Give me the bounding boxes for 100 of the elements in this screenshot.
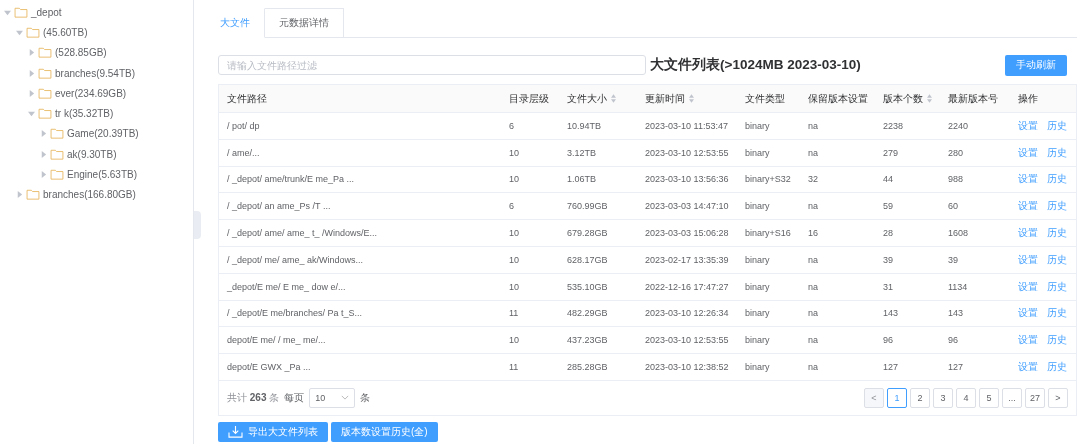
tree-item[interactable]: _depot (31, 6, 62, 18)
table-cell: 760.99GB (567, 201, 608, 212)
caret-icon[interactable] (16, 191, 23, 199)
page-button[interactable]: 3 (933, 387, 953, 408)
action-link[interactable]: 设置 (1018, 118, 1038, 133)
folder-icon (50, 169, 64, 180)
tree-item[interactable]: ak(9.30TB) (67, 148, 117, 160)
tree-item[interactable]: branches(9.54TB) (55, 67, 136, 79)
table-cell: 11 (509, 362, 519, 373)
sort-icon[interactable] (611, 94, 616, 103)
sort-icon[interactable] (689, 94, 694, 103)
next-page-button[interactable]: > (1048, 387, 1068, 408)
caret-icon[interactable] (28, 110, 35, 118)
chevron-down-icon (341, 395, 350, 401)
tree-item[interactable]: ever(234.69GB) (55, 87, 127, 99)
column-header: 文件路径 (227, 91, 267, 106)
caret-icon[interactable] (40, 171, 47, 178)
table-cell: 31 (883, 281, 893, 292)
table-cell: 39 (948, 254, 958, 265)
caret-icon[interactable] (4, 8, 11, 16)
folder-icon (14, 6, 28, 18)
splitter-handle[interactable] (194, 211, 201, 239)
folder-icon (50, 128, 64, 140)
table-cell: binary (745, 362, 770, 373)
action-link[interactable]: 历史 (1047, 199, 1067, 214)
action-link[interactable]: 设置 (1018, 306, 1038, 321)
table-cell: / pot/ dp (227, 120, 260, 131)
table-cell: binary (745, 147, 770, 158)
table-cell: binary (745, 281, 770, 292)
caret-icon[interactable] (28, 89, 35, 97)
tree-item[interactable]: Engine(5.63TB) (67, 169, 138, 180)
refresh-button[interactable]: 手动刷新 (1005, 54, 1067, 76)
table-cell: depot/E GWX _Pa ... (227, 362, 311, 373)
action-link[interactable]: 设置 (1018, 360, 1038, 375)
page-button[interactable]: 27 (1025, 387, 1045, 408)
action-link[interactable]: 历史 (1047, 118, 1067, 133)
table-cell: / _depot/ ame/trunk/E me_Pa ... (227, 174, 355, 185)
table-cell: 3.12TB (567, 147, 597, 158)
action-link[interactable]: 历史 (1047, 252, 1067, 267)
table-cell: 2022-12-16 17:47:27 (645, 281, 729, 292)
filter-field[interactable]: 请输入文件路径过滤 (218, 55, 646, 75)
action-link[interactable]: 设置 (1018, 172, 1038, 187)
action-link[interactable]: 历史 (1047, 360, 1067, 375)
table-cell: na (808, 147, 818, 158)
export-button[interactable]: 导出大文件列表 (218, 421, 328, 442)
table-cell: binary (745, 335, 770, 346)
column-header: 操作 (1018, 91, 1038, 106)
table-cell: na (808, 281, 818, 292)
page-size-select[interactable]: 10 (309, 387, 356, 408)
table-cell: na (808, 335, 818, 346)
action-link[interactable]: 设置 (1018, 252, 1038, 267)
caret-icon[interactable] (40, 150, 47, 158)
action-link[interactable]: 历史 (1047, 145, 1067, 160)
tree-item[interactable]: branches(166.80GB) (43, 189, 136, 201)
action-link[interactable]: 设置 (1018, 279, 1038, 294)
action-link[interactable]: 设置 (1018, 333, 1038, 348)
tree-item[interactable]: (528.85GB) (55, 47, 107, 59)
history-button[interactable]: 版本数设置历史(全) (331, 421, 438, 442)
table-cell: 44 (883, 174, 893, 185)
table-cell: binary+S32 (745, 174, 791, 185)
page-button[interactable]: ... (1002, 387, 1022, 408)
tree-item[interactable]: (45.60TB) (43, 26, 88, 38)
previous-page-button[interactable]: < (864, 387, 884, 408)
table-cell: 16 (808, 228, 818, 239)
table-cell: 32 (808, 174, 818, 185)
page-button[interactable]: 1 (887, 387, 907, 408)
total-count: 共计 263 条 (227, 390, 280, 405)
action-link[interactable]: 设置 (1018, 199, 1038, 214)
action-link[interactable]: 设置 (1018, 226, 1038, 241)
column-header: 最新版本号 (948, 91, 998, 106)
table-cell: 60 (948, 201, 958, 212)
table-cell: 535.10GB (567, 281, 608, 292)
page-button[interactable]: 2 (910, 387, 930, 408)
tab[interactable]: 大文件 (205, 8, 265, 38)
action-link[interactable]: 历史 (1047, 172, 1067, 187)
table-cell: _depot/E me/ E me_ dow e/... (227, 281, 346, 292)
action-link[interactable]: 设置 (1018, 145, 1038, 160)
folder-icon (38, 47, 52, 59)
caret-icon[interactable] (28, 69, 35, 77)
column-header: 文件大小 (567, 91, 607, 106)
action-link[interactable]: 历史 (1047, 333, 1067, 348)
tree-item[interactable]: tr k(35.32TB) (55, 108, 114, 120)
page-button[interactable]: 4 (956, 387, 976, 408)
sort-icon[interactable] (927, 94, 932, 103)
table-cell: na (808, 254, 818, 265)
page-button[interactable]: 5 (979, 387, 999, 408)
caret-icon[interactable] (16, 28, 23, 36)
caret-icon[interactable] (28, 49, 35, 57)
table-cell: 10 (509, 147, 519, 158)
action-link[interactable]: 历史 (1047, 279, 1067, 294)
table-cell: binary (745, 254, 770, 265)
table-cell: 10 (509, 254, 519, 265)
tab[interactable]: 元数据详情 (265, 8, 344, 38)
column-header: 更新时间 (645, 91, 685, 106)
tree-item[interactable]: Game(20.39TB) (67, 128, 139, 140)
caret-icon[interactable] (40, 130, 47, 138)
table-cell: 6 (509, 120, 514, 131)
action-link[interactable]: 历史 (1047, 226, 1067, 241)
table-cell: 96 (948, 335, 958, 346)
action-link[interactable]: 历史 (1047, 306, 1067, 321)
